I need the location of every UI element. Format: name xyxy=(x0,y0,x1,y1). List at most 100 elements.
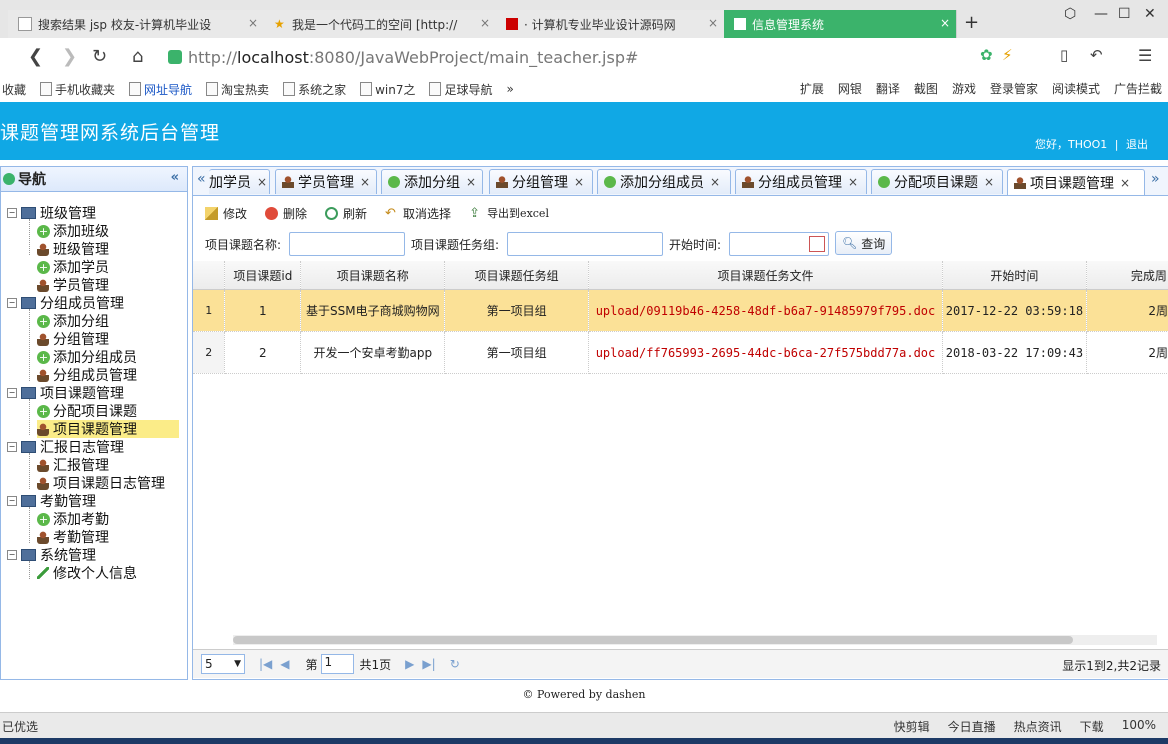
close-icon[interactable]: × xyxy=(1120,176,1130,190)
minimize-icon[interactable]: — xyxy=(1094,6,1108,22)
query-button[interactable]: 🔍︎ 查询 xyxy=(835,231,893,255)
sidebar-item-edit-profile[interactable]: 修改个人信息 xyxy=(37,564,137,582)
tab-student-manage[interactable]: 学员管理 × xyxy=(275,169,377,194)
task-group-select[interactable] xyxy=(507,232,663,256)
prev-page-icon[interactable]: ◀ xyxy=(280,657,289,671)
close-icon[interactable]: × xyxy=(984,175,994,189)
undo-icon[interactable]: ↶ xyxy=(1090,46,1103,64)
edit-button[interactable]: 修改 xyxy=(205,205,247,222)
column-header[interactable]: 项目课题名称 xyxy=(300,261,446,290)
collapse-button[interactable]: « xyxy=(171,170,179,185)
column-header[interactable]: 项目课题任务文件 xyxy=(588,261,943,290)
tab-topic-manage[interactable]: 项目课题管理 × xyxy=(1007,169,1145,195)
close-icon[interactable]: × xyxy=(848,175,858,189)
browser-tab-4[interactable]: 信息管理系统 × xyxy=(724,10,957,38)
close-icon[interactable]: × xyxy=(248,16,258,30)
extension-item[interactable]: 登录管家 xyxy=(990,80,1038,97)
zoom-level[interactable]: 100% xyxy=(1122,718,1156,735)
bookmark-item[interactable]: 网址导航 xyxy=(129,81,192,98)
collapse-icon[interactable]: − xyxy=(7,550,17,560)
status-item[interactable]: 快剪辑 xyxy=(894,718,930,735)
home-icon[interactable]: ⌂ xyxy=(132,46,143,67)
tree-group-system[interactable]: − 系统管理 xyxy=(7,546,96,564)
close-icon[interactable]: × xyxy=(466,175,476,189)
sidebar-item-member-manage[interactable]: 分组成员管理 xyxy=(37,366,137,384)
close-icon[interactable]: × xyxy=(708,16,718,30)
sidebar-item-topic-log-manage[interactable]: 项目课题日志管理 xyxy=(37,474,165,492)
export-excel-button[interactable]: ⇪ 导出到excel xyxy=(469,205,549,221)
sidebar-item-report-manage[interactable]: 汇报管理 xyxy=(37,456,109,474)
next-page-icon[interactable]: ▶ xyxy=(405,657,414,671)
forward-icon[interactable]: ❯ xyxy=(62,46,77,67)
phone-icon[interactable]: ▯ xyxy=(1060,46,1068,64)
collapse-icon[interactable]: − xyxy=(7,208,17,218)
page-number-input[interactable]: 1 xyxy=(320,654,354,674)
table-row[interactable]: 1 1 基于SSM电子商城购物网 第一项目组 upload/09119b46-4… xyxy=(193,289,1168,332)
url-field[interactable]: http://localhost:8080/JavaWebProject/mai… xyxy=(168,45,968,69)
status-item[interactable]: 今日直播 xyxy=(948,718,996,735)
bookmark-overflow[interactable]: » xyxy=(506,82,513,96)
page-size-select[interactable]: 5 ▼ xyxy=(201,654,245,674)
tabs-scroll-right-icon[interactable]: » xyxy=(1151,171,1160,187)
maximize-icon[interactable]: ☐ xyxy=(1118,6,1131,22)
extension-item[interactable]: 阅读模式 xyxy=(1052,80,1100,97)
tab-add-member[interactable]: 添加分组成员 × xyxy=(597,169,731,194)
back-icon[interactable]: ❮ xyxy=(28,46,43,67)
refresh-button[interactable]: 刷新 xyxy=(325,205,367,222)
sidebar-item-assign-topic[interactable]: + 分配项目课题 xyxy=(37,402,137,420)
cell-file-link[interactable]: upload/ff765993-2695-44dc-b6ca-27f575bdd… xyxy=(588,331,943,374)
start-time-input[interactable] xyxy=(729,232,829,256)
bookmark-item[interactable]: 足球导航 xyxy=(429,81,492,98)
extension-item[interactable]: 广告拦截 xyxy=(1114,80,1162,97)
collapse-icon[interactable]: − xyxy=(7,442,17,452)
bookmark-item[interactable]: win7之 xyxy=(360,81,415,98)
sidebar-item-topic-manage[interactable]: 项目课题管理 xyxy=(37,420,179,438)
tree-group-attendance[interactable]: − 考勤管理 xyxy=(7,492,96,510)
bookmark-item[interactable]: 系统之家 xyxy=(283,81,346,98)
close-icon[interactable]: × xyxy=(574,175,584,189)
horizontal-scrollbar[interactable] xyxy=(233,635,1157,645)
close-icon[interactable]: × xyxy=(257,175,267,189)
status-item[interactable]: 下载 xyxy=(1080,718,1104,735)
logout-link[interactable]: 退出 xyxy=(1126,138,1148,151)
bookmark-item[interactable]: 淘宝热卖 xyxy=(206,81,269,98)
tab-add-group[interactable]: 添加分组 × xyxy=(381,169,483,194)
delete-button[interactable]: 删除 xyxy=(265,205,307,222)
column-header[interactable]: 开始时间 xyxy=(942,261,1087,290)
tabs-scroll-left-icon[interactable]: « xyxy=(197,171,206,187)
sidebar-item-add-member[interactable]: + 添加分组成员 xyxy=(37,348,137,366)
tree-group-reports[interactable]: − 汇报日志管理 xyxy=(7,438,124,456)
skin-icon[interactable]: ⬡ xyxy=(1064,6,1076,22)
extension-item[interactable]: 扩展 xyxy=(800,80,824,97)
tab-assign-topic[interactable]: 分配项目课题 × xyxy=(871,169,1003,194)
sidebar-item-add-group[interactable]: + 添加分组 xyxy=(37,312,109,330)
reload-icon[interactable]: ↻ xyxy=(450,657,460,671)
calendar-icon[interactable] xyxy=(809,236,825,252)
unselect-button[interactable]: ↶ 取消选择 xyxy=(385,205,451,222)
sidebar-item-student-manage[interactable]: 学员管理 xyxy=(37,276,109,294)
sidebar-item-group-manage[interactable]: 分组管理 xyxy=(37,330,109,348)
sidebar-item-add-attendance[interactable]: + 添加考勤 xyxy=(37,510,109,528)
menu-icon[interactable]: ☰ xyxy=(1138,46,1152,65)
collapse-icon[interactable]: − xyxy=(7,496,17,506)
collapse-icon[interactable]: − xyxy=(7,298,17,308)
close-icon[interactable]: × xyxy=(360,175,370,189)
sidebar-item-add-student[interactable]: + 添加学员 xyxy=(37,258,109,276)
reload-icon[interactable]: ↻ xyxy=(92,46,107,67)
close-icon[interactable]: × xyxy=(940,16,950,30)
table-row[interactable]: 2 2 开发一个安卓考勤app 第一项目组 upload/ff765993-26… xyxy=(193,331,1168,374)
first-page-icon[interactable]: |◀ xyxy=(259,657,272,671)
sidebar-item-add-class[interactable]: + 添加班级 xyxy=(37,222,109,240)
cell-file-link[interactable]: upload/09119b46-4258-48df-b6a7-91485979f… xyxy=(588,289,943,332)
extension-item[interactable]: 截图 xyxy=(914,80,938,97)
sidebar-item-class-manage[interactable]: 班级管理 xyxy=(37,240,109,258)
tab-group-manage[interactable]: 分组管理 × xyxy=(489,169,593,194)
browser-tab-2[interactable]: ★ 我是一个代码工的空间 [http:// × xyxy=(264,10,497,38)
last-page-icon[interactable]: ▶| xyxy=(422,657,435,671)
sidebar-item-attendance-manage[interactable]: 考勤管理 xyxy=(37,528,109,546)
tree-group-class[interactable]: − 班级管理 xyxy=(7,204,96,222)
tab-member-manage[interactable]: 分组成员管理 × xyxy=(735,169,867,194)
column-header[interactable]: 项目课题id xyxy=(224,261,302,290)
scrollbar-thumb[interactable] xyxy=(233,636,1073,644)
status-item[interactable]: 热点资讯 xyxy=(1014,718,1062,735)
